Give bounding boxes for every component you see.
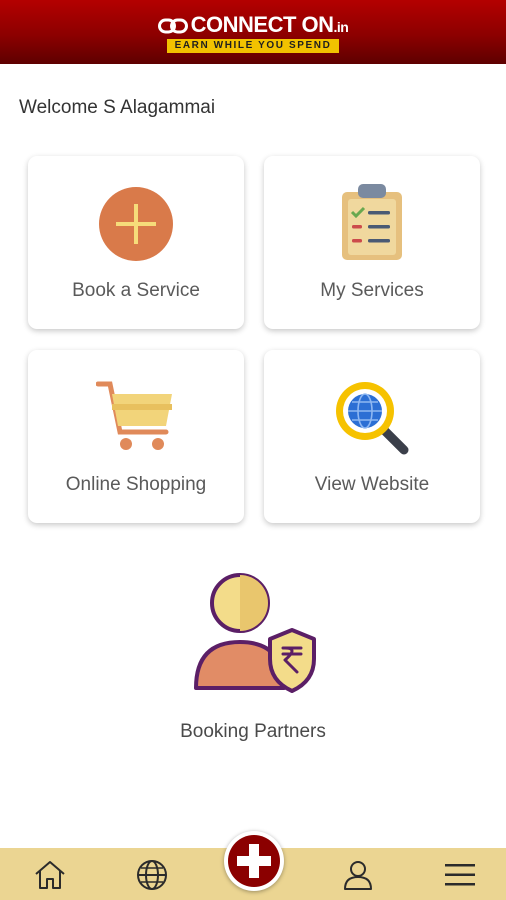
booking-partners-item[interactable]: Booking Partners [150,570,356,750]
person-rupee-shield-icon [194,573,316,693]
view-website-tile[interactable]: View Website [264,350,480,523]
menu-icon[interactable] [443,858,477,892]
online-shopping-label: Online Shopping [65,474,207,495]
brand-tagline: EARN WHILE YOU SPEND [166,38,340,53]
brand-logo: CONNECT ON.in EARN WHILE YOU SPEND [157,11,349,53]
add-button[interactable] [224,831,284,891]
book-service-label: Book a Service [72,280,200,301]
my-services-tile[interactable]: My Services [264,156,480,329]
shopping-cart-icon [96,381,172,450]
clipboard-checklist-icon [342,184,402,260]
chain-link-icon [157,18,188,33]
plus-circle-icon [99,187,173,261]
user-icon[interactable] [341,858,375,892]
my-services-label: My Services [320,280,424,301]
welcome-message: Welcome S Alagammai [19,97,216,118]
home-icon[interactable] [33,858,67,892]
book-service-tile[interactable]: Book a Service [28,156,244,329]
booking-partners-label: Booking Partners [180,721,326,742]
add-icon [228,835,280,887]
globe-icon[interactable] [135,858,169,892]
globe-magnifier-icon [336,382,409,455]
view-website-label: View Website [314,474,430,495]
app-header: CONNECT ON.in EARN WHILE YOU SPEND [0,0,506,64]
online-shopping-tile[interactable]: Online Shopping [28,350,244,523]
brand-title: CONNECT ON.in [190,11,349,37]
